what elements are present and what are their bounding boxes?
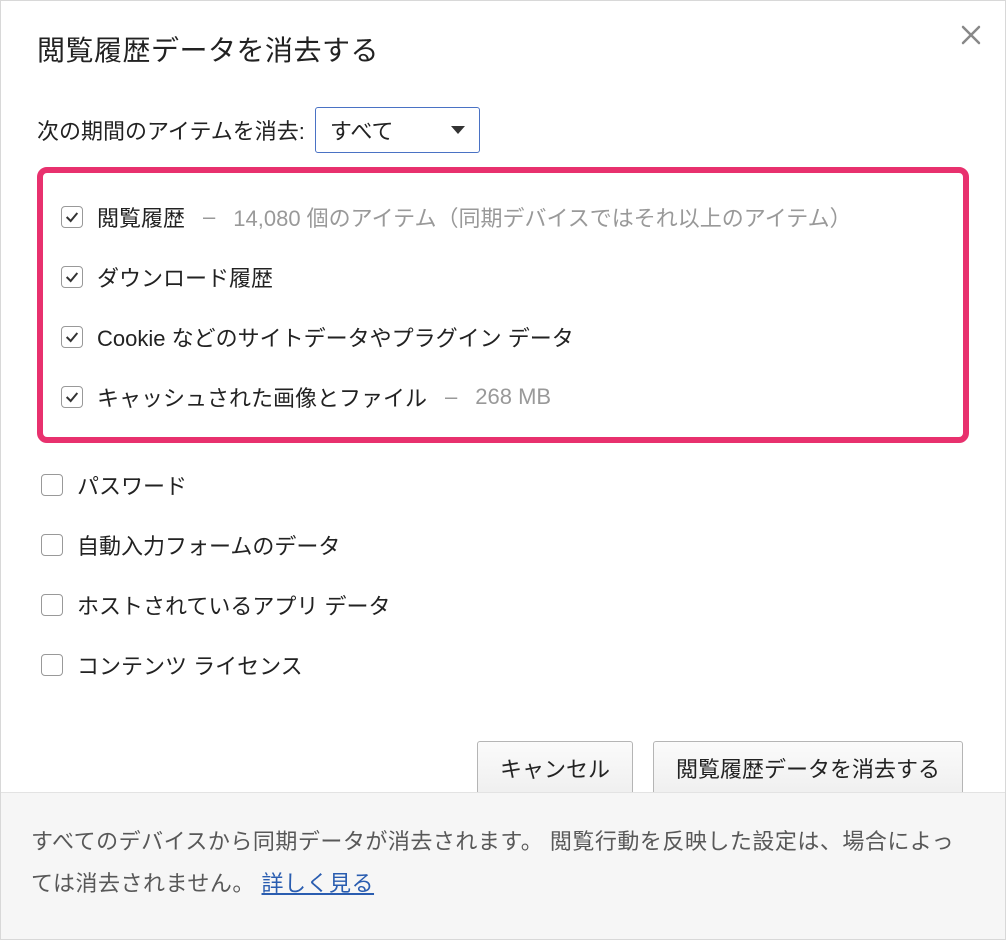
clear-browsing-data-dialog: 閲覧履歴データを消去する 次の期間のアイテムを消去: すべて 閲覧履歴 – 14… — [0, 0, 1006, 940]
option-hosted-app[interactable]: ホストされているアプリ データ — [37, 575, 969, 635]
option-content-licenses[interactable]: コンテンツ ライセンス — [37, 635, 969, 695]
meta-separator: – — [199, 204, 219, 230]
period-selected-value: すべて — [330, 114, 394, 146]
checkbox-hosted-app[interactable] — [41, 594, 63, 616]
option-label: コンテンツ ライセンス — [77, 649, 303, 681]
option-label: キャッシュされた画像とファイル — [97, 381, 427, 413]
option-meta: 268 MB — [475, 384, 551, 410]
option-cached[interactable]: キャッシュされた画像とファイル – 268 MB — [57, 367, 949, 427]
option-browsing-history[interactable]: 閲覧履歴 – 14,080 個のアイテム（同期デバイスではそれ以上のアイテム） — [57, 187, 949, 247]
option-label: パスワード — [77, 469, 187, 501]
checkbox-content-licenses[interactable] — [41, 654, 63, 676]
meta-separator: – — [441, 384, 461, 410]
checkbox-browsing-history[interactable] — [61, 206, 83, 228]
period-label: 次の期間のアイテムを消去: — [37, 114, 305, 146]
close-icon[interactable] — [959, 23, 983, 47]
chevron-down-icon — [451, 126, 465, 134]
clear-data-button[interactable]: 閲覧履歴データを消去する — [653, 741, 963, 795]
period-select[interactable]: すべて — [315, 107, 480, 153]
option-label: ダウンロード履歴 — [97, 261, 273, 293]
option-label: ホストされているアプリ データ — [77, 589, 390, 621]
footer-text: すべてのデバイスから同期データが消去されます。 閲覧行動を反映した設定は、場合に… — [31, 829, 954, 896]
checkbox-cookies[interactable] — [61, 326, 83, 348]
highlighted-options-group: 閲覧履歴 – 14,080 個のアイテム（同期デバイスではそれ以上のアイテム） … — [37, 167, 969, 443]
learn-more-link[interactable]: 詳しく見る — [262, 871, 375, 896]
option-cookies[interactable]: Cookie などのサイトデータやプラグイン データ — [57, 307, 949, 367]
dialog-title: 閲覧履歴データを消去する — [37, 29, 969, 69]
footer-note: すべてのデバイスから同期データが消去されます。 閲覧行動を反映した設定は、場合に… — [1, 792, 1005, 939]
checkbox-download-history[interactable] — [61, 266, 83, 288]
checkbox-autofill[interactable] — [41, 534, 63, 556]
option-download-history[interactable]: ダウンロード履歴 — [57, 247, 949, 307]
option-autofill[interactable]: 自動入力フォームのデータ — [37, 515, 969, 575]
checkbox-passwords[interactable] — [41, 474, 63, 496]
option-label: 自動入力フォームのデータ — [77, 529, 340, 561]
checkbox-cached[interactable] — [61, 386, 83, 408]
option-passwords[interactable]: パスワード — [37, 455, 969, 515]
options-list: 閲覧履歴 – 14,080 個のアイテム（同期デバイスではそれ以上のアイテム） … — [1, 163, 1005, 695]
cancel-button[interactable]: キャンセル — [477, 741, 633, 795]
option-label: 閲覧履歴 — [97, 201, 185, 233]
option-label: Cookie などのサイトデータやプラグイン データ — [97, 321, 574, 353]
option-meta: 14,080 個のアイテム（同期デバイスではそれ以上のアイテム） — [233, 201, 851, 233]
